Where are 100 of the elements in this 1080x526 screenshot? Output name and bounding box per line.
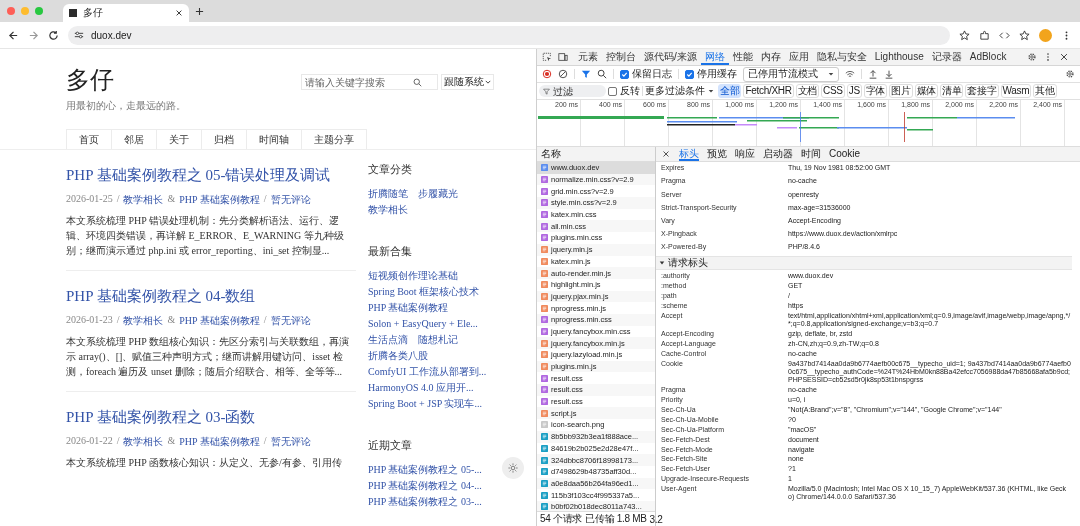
throttling-select[interactable]: 已停用节流模式 [743, 66, 839, 82]
reload-icon[interactable] [48, 29, 59, 41]
detail-tab[interactable]: 预览 [707, 147, 727, 161]
category-link[interactable]: PHP 基础案例教程 [179, 193, 260, 207]
theme-select[interactable]: 跟随系统 [441, 74, 494, 90]
more-filters-dropdown[interactable]: 更多过滤条件 [645, 84, 714, 98]
sidebar-link[interactable]: Spring Boot 框架核心技术 [368, 284, 480, 300]
search-icon[interactable] [413, 77, 422, 87]
forward-icon[interactable] [28, 29, 39, 41]
search-field[interactable]: 请输入关键字搜索 [301, 74, 438, 90]
type-filter-chip[interactable]: 媒体 [914, 84, 938, 98]
type-filter-chip[interactable]: 套接字 [965, 84, 999, 98]
checkbox[interactable] [685, 69, 694, 79]
sidebar-link[interactable]: 步履藏光 [418, 186, 458, 202]
detail-tab[interactable]: 标头 [679, 147, 699, 161]
type-filter-chip[interactable]: 字体 [863, 84, 888, 98]
devtools-tab[interactable]: 源代码/来源 [640, 49, 701, 65]
bookmark-star-icon[interactable] [959, 29, 970, 41]
column-header[interactable]: 名称 [537, 147, 655, 162]
nav-link[interactable]: 主题分享 [301, 129, 367, 149]
post-title-link[interactable]: PHP 基础案例教程之 03-函数 [66, 407, 356, 427]
theme-toggle-button[interactable] [502, 457, 524, 479]
devtools-tab[interactable]: 隐私与安全 [812, 49, 871, 65]
network-conditions-icon[interactable] [845, 69, 855, 79]
category-link[interactable]: 教学相长 [123, 193, 164, 207]
type-filter-chip[interactable]: 其他 [1033, 84, 1057, 98]
devtools-tab[interactable]: AdBlock [965, 49, 1011, 65]
sidebar-link[interactable]: PHP 基础案例教程 [368, 300, 449, 316]
sidebar-link[interactable]: Spring Boot + JSP 实现车... [368, 396, 482, 412]
sidebar-link[interactable]: PHP 基础案例教程之 04-... [368, 478, 482, 494]
comments-link[interactable]: 暂无评论 [270, 435, 311, 449]
comments-link[interactable]: 暂无评论 [270, 193, 311, 207]
filter-field[interactable]: 过滤 [539, 85, 606, 97]
category-link[interactable]: 教学相长 [123, 435, 164, 449]
type-filter-chip[interactable]: Fetch/XHR [743, 84, 794, 98]
download-icon[interactable] [884, 69, 894, 79]
post-title-link[interactable]: PHP 基础案例教程之 05-错误处理及调试 [66, 165, 356, 185]
comments-link[interactable]: 暂无评论 [270, 314, 311, 328]
address-bar[interactable]: duox.dev [68, 25, 950, 45]
sidebar-link[interactable]: Solon + EasyQuery + Ele... [368, 316, 478, 332]
type-filter-chip[interactable]: 图片 [889, 84, 913, 98]
device-toolbar-icon[interactable] [558, 52, 568, 62]
detail-tab[interactable]: 时间 [801, 147, 821, 161]
preserve-log-checkbox[interactable]: 保留日志 [620, 67, 672, 81]
record-icon[interactable] [542, 69, 552, 79]
file-type-icon [541, 164, 548, 172]
type-filter-chip[interactable]: 清单 [940, 84, 964, 98]
devtools-tab[interactable]: 应用 [784, 49, 813, 65]
devtools-tab[interactable]: 网络 [700, 49, 729, 65]
checkbox[interactable] [608, 86, 617, 96]
type-filter-chip[interactable]: 文档 [795, 84, 819, 98]
devtools-tab[interactable]: 记录器 [927, 49, 966, 65]
section-header[interactable]: 请求标头 [656, 255, 1072, 270]
browser-tab[interactable]: 多仔 [63, 4, 189, 22]
checkbox[interactable] [620, 69, 629, 79]
sidebar-link[interactable]: PHP 基础案例教程之 05-... [368, 462, 482, 478]
category-link[interactable]: 教学相长 [123, 314, 164, 328]
type-filter-chip[interactable]: JS [846, 84, 862, 98]
post-title-link[interactable]: PHP 基础案例教程之 04-数组 [66, 286, 356, 306]
devtools-tab[interactable]: 元素 [574, 49, 602, 65]
type-filter-chip[interactable]: 全部 [718, 84, 742, 98]
upload-icon[interactable] [868, 69, 878, 79]
category-link[interactable]: PHP 基础案例教程 [179, 314, 260, 328]
category-link[interactable]: PHP 基础案例教程 [179, 435, 260, 449]
type-filter-chip[interactable]: Wasm [1000, 84, 1032, 98]
devtools-tab[interactable]: Lighthouse [870, 49, 928, 65]
close-icon[interactable] [1059, 52, 1069, 62]
new-tab-icon[interactable] [195, 6, 204, 16]
search-icon[interactable] [597, 69, 607, 79]
type-filter-chip[interactable]: CSS [821, 84, 845, 98]
sidebar-link[interactable]: HarmonyOS 4.0 应用开... [368, 380, 474, 396]
sidebar-link[interactable]: ComfyUI 工作流从部署到... [368, 364, 487, 380]
sidebar-link[interactable]: 折腾随笔 [368, 186, 408, 202]
detail-tab[interactable]: Cookie [829, 147, 861, 161]
sidebar-link[interactable]: PHP 基础案例教程之 03-... [368, 494, 482, 510]
star-icon[interactable] [1019, 29, 1030, 41]
detail-tab[interactable]: 响应 [735, 147, 755, 161]
nav-link[interactable]: 首页 [66, 129, 112, 149]
disclosure-triangle-icon[interactable] [659, 259, 665, 266]
sidebar-link[interactable]: 生活点滴 [368, 332, 408, 348]
settings-icon[interactable] [1065, 69, 1075, 79]
sidebar-link[interactable]: 教学相长 [368, 202, 408, 218]
devtools-tab[interactable]: 性能 [728, 49, 757, 65]
inspect-icon[interactable] [542, 52, 552, 62]
close-icon[interactable] [661, 149, 671, 159]
close-icon[interactable] [175, 9, 183, 17]
extensions-icon[interactable] [979, 29, 990, 41]
settings-icon[interactable] [1027, 52, 1037, 62]
sidebar-link[interactable]: 短视频创作理论基础 [368, 268, 458, 284]
site-settings-icon[interactable] [74, 30, 84, 40]
filter-icon[interactable] [581, 69, 591, 79]
detail-tab[interactable]: 启动器 [763, 147, 793, 161]
devtools-tab[interactable]: 控制台 [602, 49, 640, 65]
clear-icon[interactable] [558, 69, 568, 79]
back-icon[interactable] [8, 29, 19, 41]
invert-checkbox[interactable]: 反转 [608, 84, 640, 98]
disable-cache-checkbox[interactable]: 停用缓存 [685, 67, 737, 81]
sidebar-link[interactable]: 折腾各类八股 [368, 348, 428, 364]
sidebar-link[interactable]: 随想札记 [418, 332, 458, 348]
devtools-tab[interactable]: 内存 [756, 49, 785, 65]
